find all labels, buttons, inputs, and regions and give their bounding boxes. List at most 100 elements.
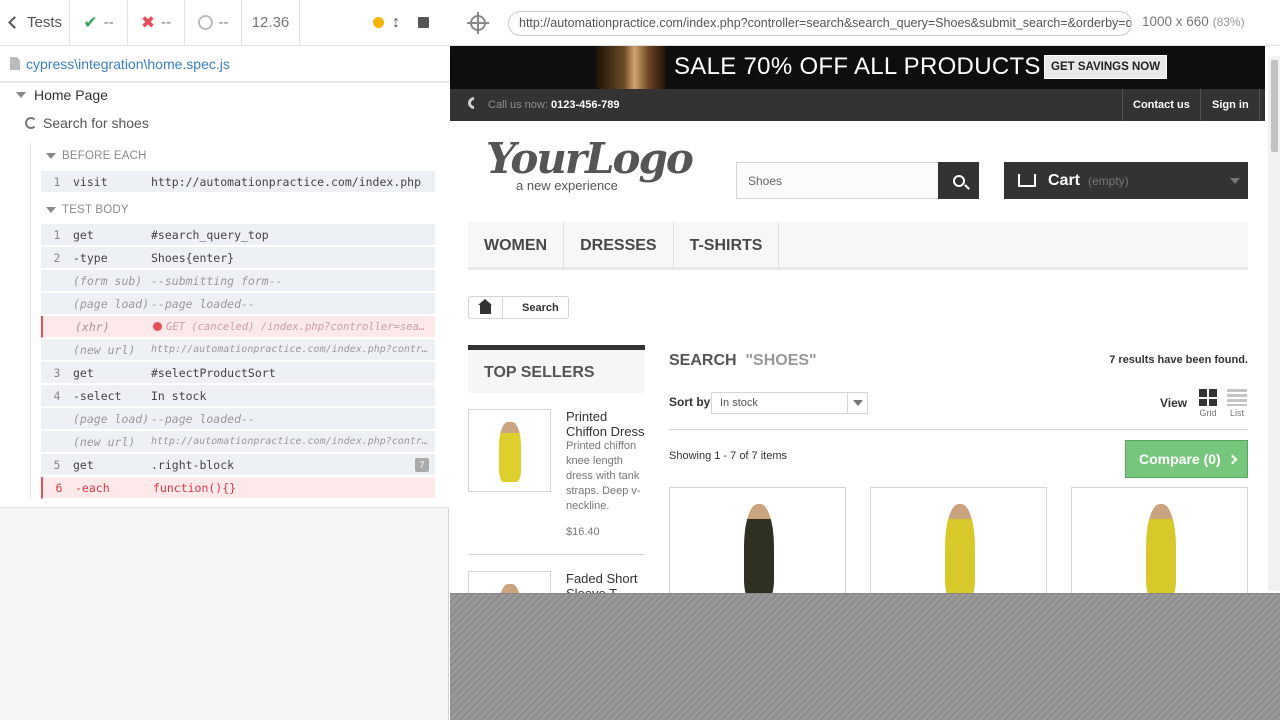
caret-down-icon <box>46 207 56 213</box>
dress-image <box>499 584 521 593</box>
command-name: (new url) <box>73 434 136 449</box>
command-log: BEFORE EACH 1 visit http://automationpra… <box>30 143 435 499</box>
product-thumbnail[interactable] <box>468 571 551 593</box>
command-message: http://automationpractice.com/index.php <box>151 174 422 189</box>
auto-scroll-toggle[interactable]: ↕ <box>392 14 400 32</box>
duration: 12.36 <box>242 0 300 46</box>
command-number: 2 <box>53 250 61 265</box>
search-button[interactable] <box>938 162 979 199</box>
status-dot-icon <box>153 321 162 331</box>
test-body-label: TEST BODY <box>62 204 129 216</box>
call-label: Call us now: <box>488 99 548 111</box>
search-icon <box>952 174 965 187</box>
site-logo[interactable]: YourLogo <box>486 138 694 180</box>
command-row[interactable]: 2 -type Shoes{enter} <box>41 247 435 269</box>
xhr-row[interactable]: (xhr) GET (canceled) /index.php?controll… <box>41 316 435 338</box>
search-heading: SEARCH "SHOES" <box>669 352 817 370</box>
command-number: 1 <box>53 174 61 189</box>
product-price: $16.40 <box>566 526 600 538</box>
product-thumbnail[interactable] <box>468 409 551 492</box>
suite-title[interactable]: Home Page <box>16 87 108 103</box>
banner-text: SALE 70% OFF ALL PRODUCTS <box>674 53 1041 80</box>
command-message: --page loaded-- <box>151 296 255 311</box>
command-message: http://automationpractice.com/index.php?… <box>151 344 435 355</box>
product-image <box>744 504 774 593</box>
command-row[interactable]: 3 get #selectProductSort <box>41 362 435 384</box>
menu-item-dresses[interactable]: DRESSES <box>564 222 674 270</box>
reporter-header: Tests ✔ -- ✖ -- -- 12.36 ↕ <box>0 0 449 46</box>
list-label: List <box>1229 408 1244 418</box>
pending-count: -- <box>218 14 229 31</box>
command-row[interactable]: 4 -select In stock <box>41 385 435 407</box>
breadcrumb: Search <box>468 296 569 319</box>
runner-controls: ↕ <box>300 0 449 46</box>
event-row[interactable]: (page load) --page loaded-- <box>41 293 435 315</box>
banner-model-image <box>596 46 666 89</box>
phone-number: 0123-456-789 <box>550 99 620 111</box>
promo-banner[interactable]: SALE 70% OFF ALL PRODUCTS GET SAVINGS NO… <box>450 46 1265 89</box>
command-name: (page load) <box>73 296 150 311</box>
list-view-button[interactable]: List <box>1226 389 1248 418</box>
sign-in-link[interactable]: Sign in <box>1202 89 1260 121</box>
search-input[interactable]: Shoes <box>736 162 939 199</box>
aut-panel: http://automationpractice.com/index.php?… <box>450 0 1280 720</box>
cart-button[interactable]: Cart (empty) <box>1004 162 1248 199</box>
phone-icon <box>465 94 483 112</box>
viewport-scale: (83%) <box>1212 15 1245 29</box>
get-savings-button[interactable]: GET SAVINGS NOW <box>1044 55 1168 79</box>
failed-stat: ✖ -- <box>128 0 185 46</box>
aut-header: http://automationpractice.com/index.php?… <box>450 0 1280 46</box>
top-seller-item: Printed Chiffon Dress Printed chiffon kn… <box>468 409 645 549</box>
command-name: -select <box>73 388 122 403</box>
command-name: (page load) <box>73 411 150 426</box>
tests-label: Tests <box>27 14 63 31</box>
event-row[interactable]: (page load) --page loaded-- <box>41 408 435 430</box>
sort-value: In stock <box>720 397 758 409</box>
check-icon: ✔ <box>83 12 98 32</box>
product-card[interactable] <box>669 487 846 593</box>
selector-playground-crosshair-icon[interactable] <box>467 12 489 34</box>
tests-back-button[interactable]: Tests <box>0 0 70 46</box>
scrollbar-thumb[interactable] <box>1271 60 1278 152</box>
top-sellers-title[interactable]: TOP SELLERS <box>468 345 645 393</box>
test-title[interactable]: Search for shoes <box>25 115 149 131</box>
menu-item-women[interactable]: WOMEN <box>468 222 565 270</box>
sort-label: Sort by <box>669 395 711 409</box>
command-row[interactable]: 5 get .right-block 7 <box>41 454 435 476</box>
grid-view-button[interactable]: Grid <box>1198 389 1218 418</box>
test-body-header[interactable]: TEST BODY <box>46 204 129 216</box>
spec-path-link[interactable]: cypress\integration\home.spec.js <box>26 56 230 72</box>
event-row[interactable]: (new url) http://automationpractice.com/… <box>41 431 435 453</box>
product-name-link[interactable]: Faded Short Sleeve T-shirts <box>566 571 646 593</box>
command-message: --page loaded-- <box>151 411 255 426</box>
contact-us-link[interactable]: Contact us <box>1122 89 1201 121</box>
command-message: In stock <box>151 388 207 403</box>
product-name-link[interactable]: Printed Chiffon Dress <box>566 409 646 439</box>
command-row[interactable]: 1 visit http://automationpractice.com/in… <box>41 171 435 193</box>
before-each-header[interactable]: BEFORE EACH <box>46 150 147 162</box>
breadcrumb-home[interactable] <box>469 297 503 318</box>
x-icon: ✖ <box>140 12 156 32</box>
stop-button[interactable] <box>418 17 429 28</box>
command-number: 4 <box>53 388 61 403</box>
command-name: (form sub) <box>73 273 143 288</box>
showing-items: Showing 1 - 7 of 7 items <box>669 450 788 462</box>
sort-select[interactable]: In stock <box>711 392 868 414</box>
caret-down-icon <box>16 92 26 98</box>
product-card[interactable] <box>1071 487 1248 593</box>
scrollbar[interactable] <box>1268 56 1280 591</box>
command-message: #selectProductSort <box>151 365 276 380</box>
command-row[interactable]: 1 get #search_query_top <box>41 224 435 246</box>
menu-item-tshirts[interactable]: T-SHIRTS <box>674 222 780 270</box>
event-row[interactable]: (new url) http://automationpractice.com/… <box>41 339 435 361</box>
event-row[interactable]: (form sub) --submitting form-- <box>41 270 435 292</box>
failed-command-row[interactable]: 6 -each function(){} <box>41 477 435 499</box>
site-iframe: SALE 70% OFF ALL PRODUCTS GET SAVINGS NO… <box>450 46 1280 594</box>
compare-button[interactable]: Compare (0) <box>1125 440 1248 478</box>
product-card[interactable] <box>870 487 1047 593</box>
top-nav-bar: Call us now: 0123-456-789 Contact us Sig… <box>450 89 1265 121</box>
url-bar[interactable]: http://automationpractice.com/index.php?… <box>508 11 1132 36</box>
product-image <box>945 504 975 593</box>
list-icon <box>1227 389 1247 406</box>
command-name: get <box>73 227 94 242</box>
